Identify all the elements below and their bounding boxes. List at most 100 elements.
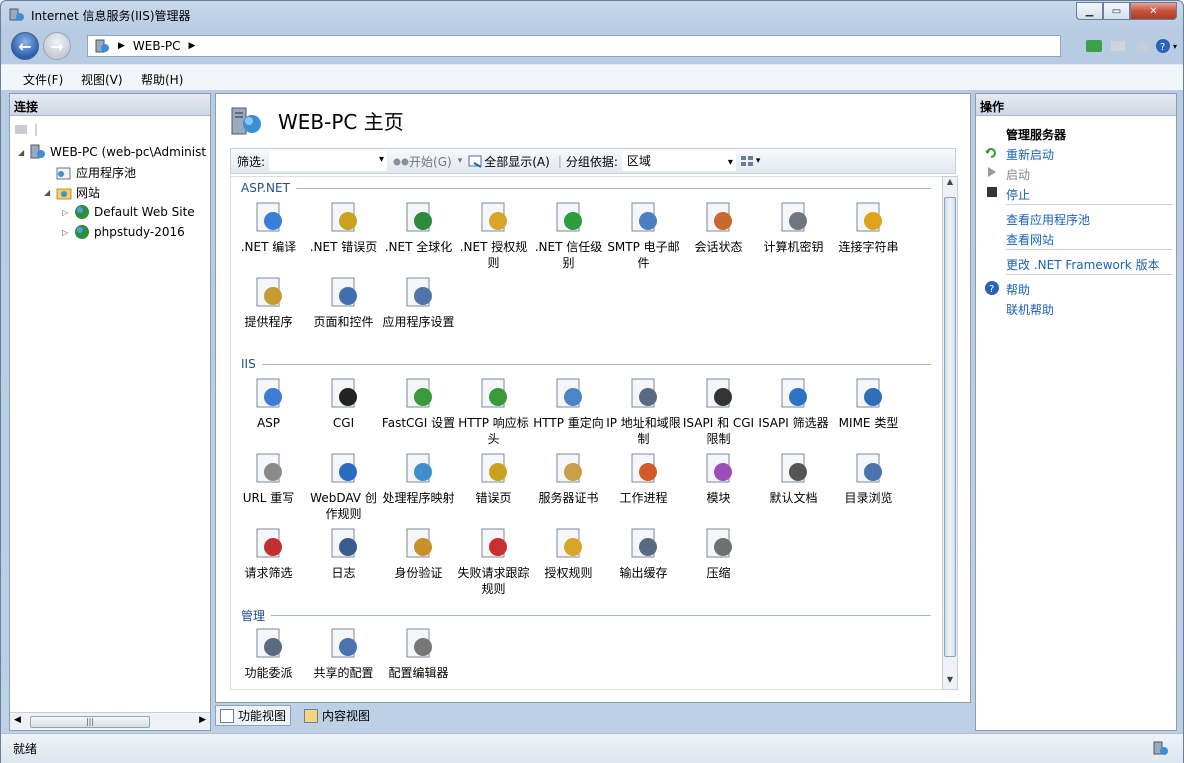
feature-aspnet-7[interactable]: 计算机密钥 <box>756 199 831 255</box>
menu-view[interactable]: 视图(V) <box>81 71 123 88</box>
section-iis[interactable]: IIS <box>241 357 931 371</box>
feature-iis-0[interactable]: ASP <box>231 375 306 431</box>
feature-aspnet-3[interactable]: .NET 授权规则 <box>456 199 531 271</box>
section-aspnet[interactable]: ASP.NET <box>241 181 931 195</box>
start-filter-button[interactable]: 开始(G) <box>393 153 452 170</box>
feature-iis-6[interactable]: ISAPI 和 CGI 限制 <box>681 375 756 447</box>
tab-content-view[interactable]: 内容视图 <box>299 705 375 726</box>
tree-node-sites[interactable]: ◢ 网站 <box>44 184 100 201</box>
stop-link[interactable]: 停止 <box>1006 186 1030 203</box>
feature-iis-5[interactable]: IP 地址和域限制 <box>606 375 681 447</box>
scroll-right-icon[interactable]: ▶ <box>199 715 206 725</box>
view-sites-link[interactable]: 查看网站 <box>1006 231 1054 248</box>
feature-aspnet-5[interactable]: SMTP 电子邮件 <box>606 199 681 271</box>
tree-node-server[interactable]: ◢ WEB-PC (web-pc\Administ <box>18 144 206 160</box>
feature-iis-10[interactable]: WebDAV 创作规则 <box>306 450 381 522</box>
group-by-select[interactable]: 区域 <box>621 151 736 172</box>
feature-iis-7[interactable]: ISAPI 筛选器 <box>756 375 831 431</box>
feature-aspnet-4[interactable]: .NET 信任级别 <box>531 199 606 271</box>
expand-icon[interactable]: ▷ <box>62 208 72 217</box>
feature-iis-22[interactable]: 授权规则 <box>531 525 606 581</box>
expand-icon[interactable]: ▷ <box>62 228 72 237</box>
feature-aspnet-6[interactable]: 会话状态 <box>681 199 756 255</box>
feature-iis-13[interactable]: 服务器证书 <box>531 450 606 506</box>
tree-node-app-pools[interactable]: 应用程序池 <box>44 164 136 181</box>
feature-iis-14[interactable]: 工作进程 <box>606 450 681 506</box>
section-management[interactable]: 管理 <box>241 607 931 624</box>
feature-iis-20[interactable]: 身份验证 <box>381 525 456 581</box>
feature-aspnet-1[interactable]: .NET 错误页 <box>306 199 381 255</box>
feature-aspnet-0[interactable]: .NET 编译 <box>231 199 306 255</box>
feature-iis-17[interactable]: 目录浏览 <box>831 450 906 506</box>
feature-iis-1[interactable]: CGI <box>306 375 381 431</box>
scroll-left-icon[interactable]: ◀ <box>14 715 21 725</box>
refresh-icon[interactable] <box>1083 35 1105 57</box>
help-link[interactable]: 帮助 <box>1006 281 1030 298</box>
scroll-thumb[interactable]: ||| <box>30 716 150 728</box>
show-all-button[interactable]: 全部显示(A) <box>468 153 550 170</box>
feature-manage-2[interactable]: 配置编辑器 <box>381 625 456 681</box>
restart-link[interactable]: 重新启动 <box>1006 146 1054 163</box>
minimize-button[interactable]: ▁ <box>1076 2 1103 20</box>
feature-iis-16[interactable]: 默认文档 <box>756 450 831 506</box>
view-app-pools-link[interactable]: 查看应用程序池 <box>1006 211 1090 228</box>
back-button[interactable]: ← <box>11 32 39 60</box>
feature-manage-1[interactable]: 共享的配置 <box>306 625 381 681</box>
feature-aspnet-8[interactable]: 连接字符串 <box>831 199 906 255</box>
feature-iis-19[interactable]: 日志 <box>306 525 381 581</box>
horizontal-scrollbar[interactable]: ◀ ||| ▶ <box>10 712 210 730</box>
feature-aspnet-2[interactable]: .NET 全球化 <box>381 199 456 255</box>
start-link[interactable]: 启动 <box>1006 166 1030 183</box>
feature-label: 错误页 <box>475 491 512 505</box>
feature-iis-3[interactable]: HTTP 响应标头 <box>456 375 531 447</box>
help-dropdown-icon[interactable]: ? ▾ <box>1155 35 1177 57</box>
tree-node-phpstudy[interactable]: ▷ phpstudy-2016 <box>62 224 185 240</box>
feature-aspnet-9[interactable]: 提供程序 <box>231 274 306 330</box>
feature-iis-2[interactable]: FastCGI 设置 <box>381 375 456 431</box>
breadcrumb-dropdown-icon[interactable]: ▶ <box>189 41 196 51</box>
feature-iis-21[interactable]: 失败请求跟踪规则 <box>456 525 531 597</box>
stop-icon[interactable] <box>1107 35 1129 57</box>
expand-icon[interactable]: ◢ <box>18 148 28 157</box>
tab-label: 内容视图 <box>322 709 371 723</box>
start-dropdown-icon[interactable]: ▾ <box>458 156 463 166</box>
filter-input[interactable] <box>269 151 388 171</box>
feature-iis-8[interactable]: MIME 类型 <box>831 375 906 431</box>
new-connection-icon[interactable] <box>14 122 28 136</box>
feature-manage-0[interactable]: 功能委派 <box>231 625 306 681</box>
online-help-link[interactable]: 联机帮助 <box>1006 301 1054 318</box>
feature-aspnet-10[interactable]: 页面和控件 <box>306 274 381 330</box>
vertical-scrollbar[interactable]: ▲ ▼ <box>942 176 958 690</box>
feature-aspnet-11[interactable]: 应用程序设置 <box>381 274 456 330</box>
feature-label: 共享的配置 <box>313 666 374 680</box>
feature-iis-9[interactable]: URL 重写 <box>231 450 306 506</box>
feature-label: HTTP 重定向 <box>533 416 604 430</box>
feature-iis-23[interactable]: 输出缓存 <box>606 525 681 581</box>
close-button[interactable]: ✕ <box>1130 2 1177 20</box>
expand-icon[interactable]: ◢ <box>44 188 54 197</box>
tree-node-default-web-site[interactable]: ▷ Default Web Site <box>62 204 195 220</box>
breadcrumb-web-pc[interactable]: WEB-PC <box>133 39 181 53</box>
scroll-thumb[interactable] <box>944 197 956 657</box>
feature-iis-11[interactable]: 处理程序映射 <box>381 450 456 506</box>
feature-label: 请求筛选 <box>244 566 293 580</box>
home-icon[interactable] <box>1131 35 1153 57</box>
feature-iis-12[interactable]: 错误页 <box>456 450 531 506</box>
change-framework-link[interactable]: 更改 .NET Framework 版本 <box>1006 256 1160 273</box>
view-mode-button[interactable]: ▾ <box>740 154 760 168</box>
scroll-down-icon[interactable]: ▼ <box>944 675 956 689</box>
feature-iis-15[interactable]: 模块 <box>681 450 756 506</box>
feature-iis-24[interactable]: 压缩 <box>681 525 756 581</box>
feature-iis-18[interactable]: 请求筛选 <box>231 525 306 581</box>
menu-file[interactable]: 文件(F) <box>23 71 63 88</box>
connections-panel: 连接 | ◢ WEB-PC (web-pc\Administ 应用程序池 ◢ 网… <box>9 93 211 731</box>
scroll-up-icon[interactable]: ▲ <box>944 177 956 191</box>
maximize-button[interactable]: ▭ <box>1103 2 1130 20</box>
feature-iis-4[interactable]: HTTP 重定向 <box>531 375 606 431</box>
tab-features-view[interactable]: 功能视图 <box>215 705 292 726</box>
address-box[interactable]: ▶ WEB-PC ▶ <box>87 35 1061 57</box>
address-bar: ← → ▶ WEB-PC ▶ ? ▾ <box>9 32 1177 62</box>
menu-help[interactable]: 帮助(H) <box>141 71 183 88</box>
feature-icon <box>331 528 357 558</box>
forward-button[interactable]: → <box>43 32 71 60</box>
